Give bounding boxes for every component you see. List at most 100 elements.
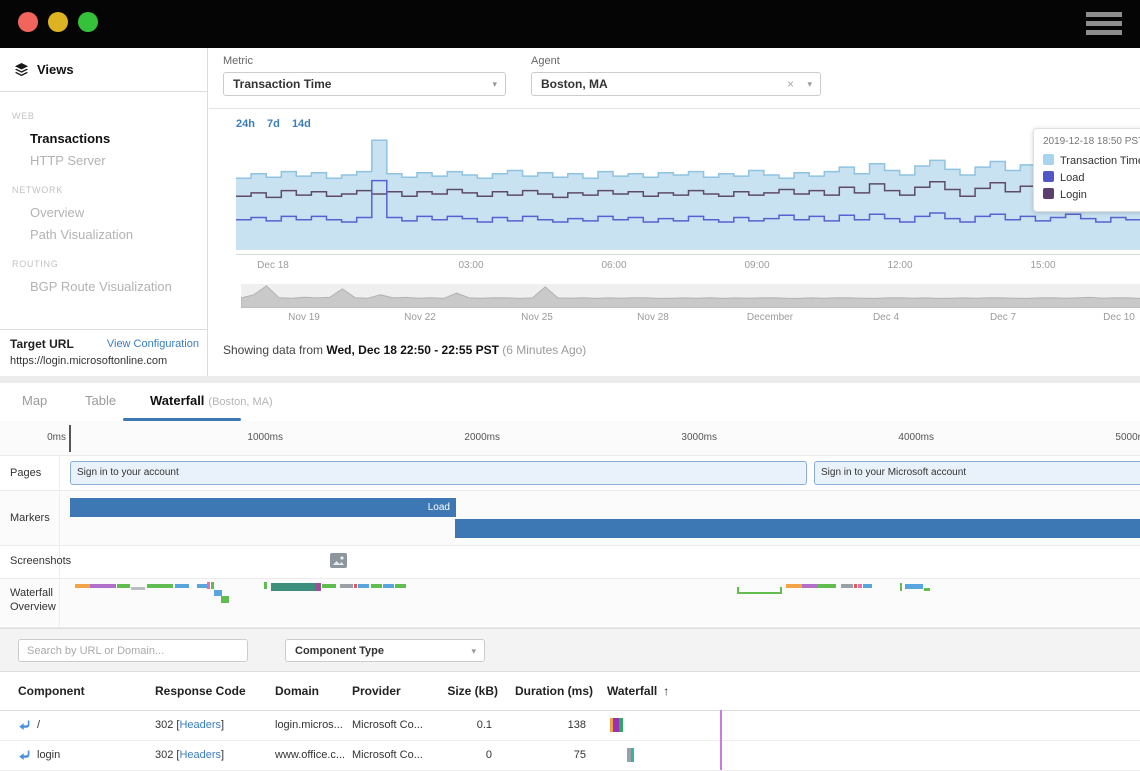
component-type-value: Component Type [295, 645, 384, 657]
top-panel: Views WEB Transactions HTTP Server NETWO… [0, 48, 1140, 376]
cell-duration: 75 [500, 740, 586, 770]
component-type-select[interactable]: Component Type ▾ [285, 639, 485, 662]
layers-icon [14, 62, 29, 77]
sidebar-item-overview[interactable]: Overview [30, 202, 206, 224]
row-label-waterfall-overview: Waterfall Overview [10, 586, 62, 614]
col-duration: Duration (ms) [500, 684, 593, 698]
view-tabs: Map Table Waterfall(Boston, MA) [0, 383, 1140, 422]
row-label-markers: Markers [10, 511, 50, 525]
page-bar-sign-in[interactable]: Sign in to your account [70, 461, 807, 485]
range-14d[interactable]: 14d [292, 118, 311, 130]
metric-label: Metric [223, 55, 253, 67]
col-provider: Provider [352, 684, 401, 698]
agent-value: Boston, MA [541, 77, 608, 91]
cell-response-code: 302 [Headers] [155, 710, 224, 740]
filter-toolbar: Component Type ▾ [0, 628, 1140, 672]
legend-swatch [1043, 171, 1054, 182]
range-24h[interactable]: 24h [236, 118, 255, 130]
redirect-icon [18, 748, 31, 761]
section-divider [0, 376, 1140, 383]
nav-section-web: WEB [12, 111, 206, 121]
legend-item-load: Load [1043, 170, 1140, 187]
marker-bar-second[interactable] [455, 519, 1140, 538]
menu-icon[interactable] [1086, 12, 1122, 36]
target-url-value: https://login.microsoftonline.com [10, 355, 167, 367]
row-label-pages: Pages [10, 466, 41, 480]
cell-provider: Microsoft Co... [352, 710, 423, 740]
row-label-screenshots: Screenshots [10, 554, 71, 568]
tab-table[interactable]: Table [85, 393, 116, 408]
legend-timestamp: 2019-12-18 18:50 PST [1043, 136, 1140, 147]
window-titlebar [0, 0, 1140, 48]
chevron-down-icon: ▾ [807, 73, 812, 96]
chevron-down-icon: ▾ [471, 640, 476, 663]
timeline-region: Metric Transaction Time ▾ Agent Boston, … [209, 48, 1140, 376]
col-size: Size (kB) [440, 684, 498, 698]
redirect-icon [18, 718, 31, 731]
page-bar-sign-in-microsoft[interactable]: Sign in to your Microsoft account [814, 461, 1140, 485]
waterfall-mini-bar [610, 718, 623, 732]
table-header: Component Response Code Domain Provider … [0, 672, 1140, 711]
sidebar-item-http-server[interactable]: HTTP Server [30, 150, 206, 172]
views-nav: WEB Transactions HTTP Server NETWORK Ove… [0, 98, 206, 298]
tab-waterfall[interactable]: Waterfall(Boston, MA) [150, 393, 273, 408]
cell-response-code: 302 [Headers] [155, 740, 224, 770]
agent-label: Agent [531, 55, 560, 67]
onload-marker-line [720, 710, 722, 770]
target-url-label: Target URL [10, 337, 74, 351]
legend-swatch [1043, 188, 1054, 199]
search-input[interactable] [18, 639, 248, 662]
metric-value: Transaction Time [233, 77, 331, 91]
cell-provider: Microsoft Co... [352, 740, 423, 770]
sort-ascending-icon: ↑ [663, 684, 669, 698]
col-domain: Domain [275, 684, 319, 698]
waterfall-summary: 0ms1000ms2000ms3000ms4000ms5000ms Pages … [0, 421, 1140, 628]
transaction-time-chart[interactable] [236, 138, 1140, 250]
sidebar-title: Views [37, 62, 74, 77]
status-text: Showing data from Wed, Dec 18 22:50 - 22… [223, 343, 586, 357]
nav-section-network: NETWORK [12, 185, 206, 195]
tab-waterfall-agent: (Boston, MA) [208, 396, 272, 408]
target-url-panel: Target URL View Configuration https://lo… [0, 329, 207, 376]
waterfall-mini-bar [627, 748, 634, 762]
screenshots-row [0, 546, 1140, 579]
col-component: Component [18, 684, 85, 698]
clear-agent-icon[interactable]: × [787, 73, 794, 96]
sidebar-item-path-visualization[interactable]: Path Visualization [30, 224, 206, 246]
col-response-code: Response Code [155, 684, 246, 698]
legend-swatch [1043, 154, 1054, 165]
window-close-button[interactable] [18, 12, 38, 32]
marker-bar-load[interactable]: Load [70, 498, 456, 517]
window-minimize-button[interactable] [48, 12, 68, 32]
metric-agent-controls: Metric Transaction Time ▾ Agent Boston, … [209, 48, 1140, 109]
table-row[interactable]: login 302 [Headers] www.office.c... Micr… [0, 740, 1140, 771]
headers-link[interactable]: Headers [179, 719, 221, 731]
cell-size: 0.1 [430, 710, 492, 740]
legend-item-transaction-time: Transaction Time [1043, 153, 1140, 170]
cell-component: / [37, 710, 40, 740]
range-7d[interactable]: 7d [267, 118, 280, 130]
timeline-header-row: 0ms1000ms2000ms3000ms4000ms5000ms [0, 421, 1140, 456]
legend-item-login: Login [1043, 187, 1140, 204]
metric-select[interactable]: Transaction Time ▾ [223, 72, 506, 96]
cell-domain: www.office.c... [275, 740, 345, 770]
component-table: Component Response Code Domain Provider … [0, 672, 1140, 770]
window-zoom-button[interactable] [78, 12, 98, 32]
agent-select[interactable]: Boston, MA × ▾ [531, 72, 821, 96]
sidebar-item-bgp-route-visualization[interactable]: BGP Route Visualization [30, 276, 206, 298]
tab-map[interactable]: Map [22, 393, 47, 408]
views-header: Views [0, 48, 207, 92]
col-waterfall-sort[interactable]: Waterfall↑ [607, 684, 669, 698]
timeline-zero-tick [69, 425, 71, 452]
nav-section-routing: ROUTING [12, 259, 206, 269]
sidebar-item-transactions[interactable]: Transactions [30, 128, 206, 150]
x-axis [236, 254, 1140, 255]
time-range-links: 24h 7d 14d [236, 118, 320, 130]
chevron-down-icon: ▾ [492, 73, 497, 96]
cell-duration: 138 [500, 710, 586, 740]
view-configuration-link[interactable]: View Configuration [107, 338, 199, 350]
history-navigator[interactable] [241, 284, 1140, 308]
table-row[interactable]: / 302 [Headers] login.micros... Microsof… [0, 710, 1140, 741]
headers-link[interactable]: Headers [179, 749, 221, 761]
screenshot-thumbnail-icon[interactable] [330, 553, 347, 568]
